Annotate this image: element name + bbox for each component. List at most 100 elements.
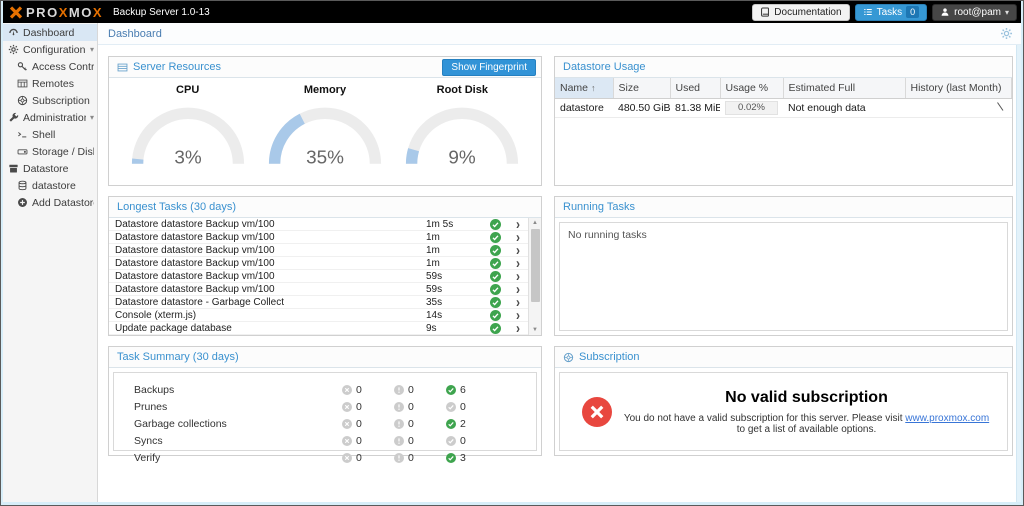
column-header-usage[interactable]: Usage % [720,78,784,99]
task-row[interactable]: Update package database 9s › [109,319,528,337]
panel-longest-tasks: Longest Tasks (30 days) Datastore datast… [108,196,542,337]
tasks-button[interactable]: Tasks 0 [854,3,928,21]
summary-warning-count[interactable]: 0 [394,384,446,396]
column-header-name[interactable]: Name ↑ [555,78,614,99]
sidebar-item-label: Remotes [32,77,75,90]
summary-ok-count[interactable]: 2 [446,418,498,430]
column-header-used[interactable]: Used [670,78,721,99]
user-menu-button[interactable]: root@pam ▾ [932,3,1017,21]
sidebar-item-datastore[interactable]: datastore [3,177,97,194]
task-row[interactable]: Datastore datastore Backup vm/100 1m 5s › [109,215,528,233]
documentation-button[interactable]: Documentation [752,3,850,21]
scroll-up-icon[interactable]: ▲ [532,218,538,228]
app-window: PROXMOX Backup Server 1.0-13 Documentati… [0,0,1024,506]
summary-label: Backups [134,383,175,396]
task-duration: 14s [426,309,443,321]
page-title: Dashboard [108,27,162,40]
sidebar-item-dashboard[interactable]: Dashboard [3,24,97,41]
summary-ok-count[interactable]: 6 [446,384,498,396]
sidebar-item-access-control[interactable]: Access Control [3,58,97,75]
dashboard-content: Server Resources Show Fingerprint CPU 3% M… [98,45,1021,502]
summary-warning-count[interactable]: 0 [394,435,446,447]
summary-warning-count[interactable]: 0 [394,452,446,464]
summary-ok-count[interactable]: 0 [446,401,498,413]
history-sparkline [996,101,1003,111]
task-row[interactable]: Datastore datastore Backup vm/100 1m › [109,241,528,259]
task-name: Datastore datastore Backup vm/100 [115,270,275,282]
panel-task-summary: Task Summary (30 days) Backups 0 0 6 Prunes 0… [108,346,542,464]
show-fingerprint-button[interactable]: Show Fingerprint [442,58,536,76]
key-icon [17,61,28,72]
chevron-right-icon[interactable]: › [510,319,526,337]
sidebar-item-shell[interactable]: Shell [3,126,97,143]
task-row[interactable]: Datastore datastore - Garbage Collect 35s… [109,293,528,311]
task-ok-icon [490,231,510,243]
top-bar-actions: Documentation Tasks 0 root@pam ▾ [752,3,1017,21]
summary-row-backups: Backups 0 0 6 [134,381,498,398]
summary-warning-count[interactable]: 0 [394,418,446,430]
task-name: Datastore datastore Backup vm/100 [115,231,275,243]
scroll-down-icon[interactable]: ▼ [532,325,538,335]
sidebar-item-datastore[interactable]: Datastore [3,160,97,177]
task-ok-icon [490,270,510,282]
column-header-estimated-full[interactable]: Estimated Full [783,78,906,99]
dashboard-settings-gear-icon[interactable] [1000,27,1013,40]
summary-ok-count[interactable]: 0 [446,435,498,447]
tasks-scrollbar[interactable]: ▲ ▼ [528,218,541,335]
sidebar-item-storage-disks[interactable]: Storage / Disks [3,143,97,160]
cell-estimated-full: Not enough data [783,98,905,118]
brand-text: PROXMOX [26,4,103,20]
column-header-size[interactable]: Size [613,78,671,99]
task-row[interactable]: Datastore datastore Backup vm/100 59s › [109,280,528,298]
cell-name: datastore [555,98,613,118]
lifering-icon [563,352,574,363]
collapse-caret-icon[interactable]: ▾ [90,45,94,54]
gauge-label: Memory [303,84,347,96]
proxmox-link[interactable]: www.proxmox.com [905,413,989,424]
summary-error-count[interactable]: 0 [342,418,394,430]
user-icon [940,7,950,17]
server-list-icon [117,62,128,73]
summary-error-count[interactable]: 0 [342,401,394,413]
task-name: Datastore datastore Backup vm/100 [115,283,275,295]
sidebar-item-subscription[interactable]: Subscription [3,92,97,109]
panel-datastore-usage: Datastore Usage Name ↑ Size Used Usage % Est… [554,56,1013,186]
task-name: Datastore datastore Backup vm/100 [115,257,275,269]
book-icon [760,7,770,17]
task-row[interactable]: Datastore datastore Backup vm/100 1m › [109,228,528,246]
summary-error-count[interactable]: 0 [342,384,394,396]
scrollbar-thumb[interactable] [530,229,540,302]
task-ok-icon [490,296,510,308]
error-circle-icon [574,396,620,427]
task-duration: 35s [426,296,443,308]
task-row[interactable]: Console (xterm.js) 14s › [109,306,528,324]
sidebar-item-remotes[interactable]: Remotes [3,75,97,92]
subscription-message: You do not have a valid subscription for… [623,412,990,435]
sidebar-item-configuration[interactable]: Configuration ▾ [3,41,97,58]
task-name: Datastore datastore - Garbage Collect [115,296,284,308]
product-version: Backup Server 1.0-13 [113,6,210,18]
panel-running-tasks: Running Tasks No running tasks [554,196,1013,336]
sidebar-item-administration[interactable]: Administration ▾ [3,109,97,126]
main-scrollbar[interactable] [1016,45,1021,502]
gauge-arc: 3% [131,107,244,169]
sidebar-item-add-datastore[interactable]: Add Datastore [3,194,97,211]
gears-icon [8,44,19,55]
task-row[interactable]: Datastore datastore Backup vm/100 59s › [109,267,528,285]
gauge-value: 3% [174,148,202,169]
column-header-history-last-month[interactable]: History (last Month) [905,78,1012,99]
sidebar-item-label: Access Control [32,60,94,73]
sidebar-item-label: datastore [32,179,76,192]
collapse-caret-icon[interactable]: ▾ [90,113,94,122]
summary-warning-count[interactable]: 0 [394,401,446,413]
summary-ok-count[interactable]: 3 [446,452,498,464]
task-name: Console (xterm.js) [115,309,197,321]
sidebar-item-label: Administration [23,111,86,124]
task-row[interactable]: Datastore datastore Backup vm/100 1m › [109,254,528,272]
summary-error-count[interactable]: 0 [342,435,394,447]
sidebar-item-label: Add Datastore [32,196,94,209]
datastore-row[interactable]: datastore 480.50 GiB 81.38 MiB 0.02% Not eno… [555,98,1012,118]
summary-label: Prunes [134,400,168,413]
summary-error-count[interactable]: 0 [342,452,394,464]
summary-row-prunes: Prunes 0 0 0 [134,398,498,415]
